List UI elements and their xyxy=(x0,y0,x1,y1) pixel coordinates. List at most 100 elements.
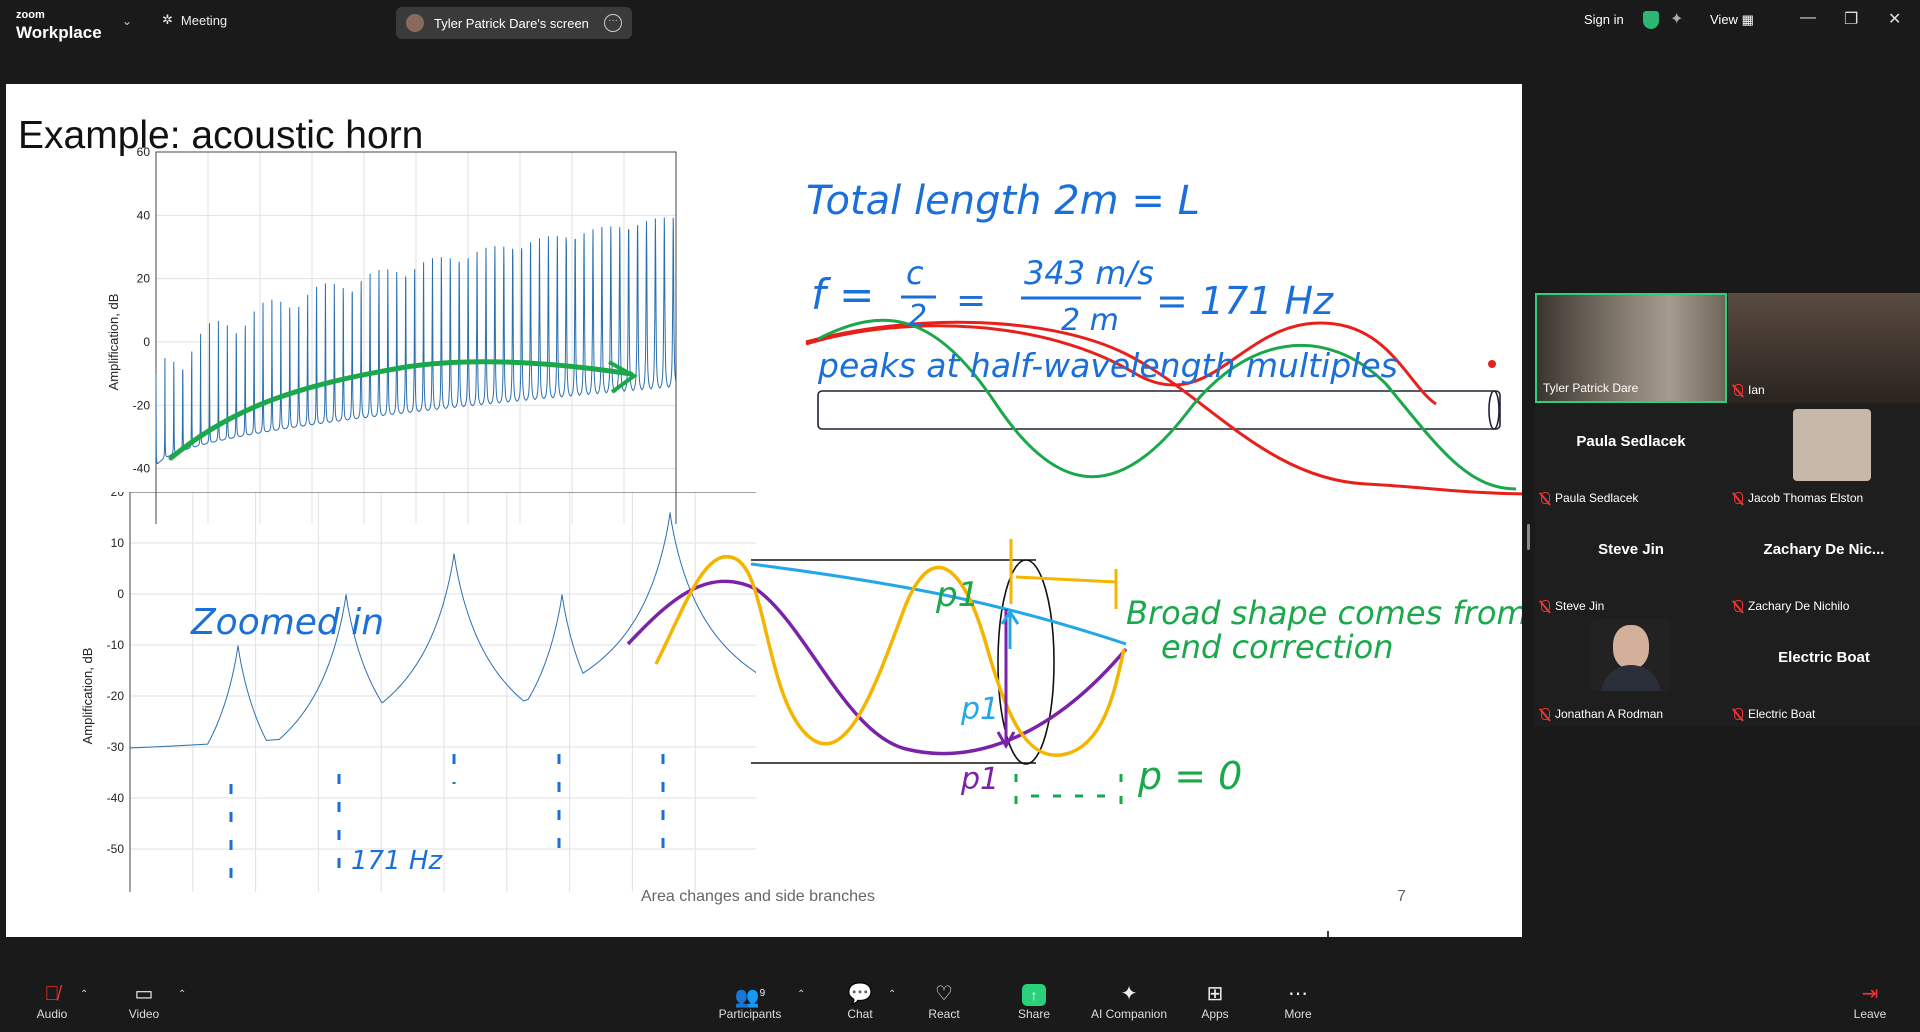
react-button[interactable]: ♡ React xyxy=(904,981,984,1021)
chevron-down-icon[interactable]: ⌄ xyxy=(122,14,132,28)
note-den: 2 m xyxy=(1061,303,1119,338)
apps-button[interactable]: ⊞ Apps xyxy=(1175,981,1255,1021)
note-eq: = xyxy=(956,280,986,321)
zoom-logo[interactable]: zoom Workplace xyxy=(16,6,102,42)
restore-icon[interactable]: ❐ xyxy=(1844,9,1858,29)
participant-name: Jacob Thomas Elston xyxy=(1748,491,1864,505)
red-wave xyxy=(805,320,1522,496)
leave-label: Leave xyxy=(1853,1007,1887,1021)
audio-button[interactable]: 🎙̸ Audio xyxy=(12,981,92,1021)
participant-name: Steve Jin xyxy=(1555,599,1605,613)
participant-display-name: Electric Boat xyxy=(1778,649,1870,666)
share-button[interactable]: ↑ Share xyxy=(994,981,1074,1021)
share-icon: ↑ xyxy=(994,981,1074,1007)
note-result: = 171 Hz xyxy=(1156,279,1334,323)
red-dot xyxy=(1488,360,1496,368)
participant-tile[interactable]: Paula Sedlacek Paula Sedlacek xyxy=(1535,403,1727,511)
yellow-marker xyxy=(1015,569,1118,609)
y-tick-label: -40 xyxy=(107,791,125,805)
participant-name: Ian xyxy=(1748,383,1765,397)
note-total-length: Total length 2m = L xyxy=(806,178,1200,224)
more-options-icon[interactable]: ··· xyxy=(604,14,622,32)
avatar xyxy=(1591,619,1671,691)
participant-label: Jacob Thomas Elston xyxy=(1734,491,1863,505)
brand-small: zoom xyxy=(16,9,45,21)
participant-label: Tyler Patrick Dare xyxy=(1543,381,1638,395)
chevron-up-icon[interactable]: ⌃ xyxy=(178,989,186,1000)
note-p1-green: p1 xyxy=(935,575,979,615)
y-tick-label: -20 xyxy=(133,398,151,412)
note-broad-1: Broad shape comes from xyxy=(1126,594,1522,632)
green-wave xyxy=(817,318,1517,491)
participant-tile[interactable]: Jonathan A Rodman xyxy=(1535,619,1727,727)
chevron-up-icon[interactable]: ⌃ xyxy=(797,989,805,1000)
zoomed-spectrum-chart: 05010015020025030035040045050020100-10-2… xyxy=(80,492,756,892)
meeting-toolbar: 🎙̸ Audio ⌃ ▭ Video ⌃ 👥9 Participants ⌃ 💬 Cha… xyxy=(0,977,1920,1032)
sparkle-icon[interactable]: ✦ xyxy=(1670,9,1683,29)
minimize-icon[interactable]: — xyxy=(1800,9,1816,27)
meeting-icon: ✲ xyxy=(162,12,173,27)
y-tick-label: 0 xyxy=(117,587,124,601)
ai-companion-button[interactable]: ✦ AI Companion xyxy=(1089,981,1169,1021)
participant-tile[interactable]: Steve Jin Steve Jin xyxy=(1535,511,1727,619)
participant-tile[interactable]: Electric Boat Electric Boat xyxy=(1728,619,1920,727)
leave-button[interactable]: ⇥ Leave xyxy=(1830,981,1910,1021)
avatar xyxy=(1793,409,1871,481)
mouse-cursor xyxy=(1327,931,1331,937)
slide-footer: Area changes and side branches xyxy=(641,888,875,905)
react-label: React xyxy=(928,1007,960,1021)
meeting-menu-button[interactable]: ✲ Meeting xyxy=(162,12,227,28)
brand-main: Workplace xyxy=(16,23,102,42)
tube-outline xyxy=(817,390,1501,430)
chevron-up-icon[interactable]: ⌃ xyxy=(888,989,896,1000)
participant-label: Ian xyxy=(1734,383,1765,397)
share-label: Share xyxy=(1017,1007,1051,1021)
chat-button[interactable]: 💬 Chat xyxy=(820,981,900,1021)
view-label: View xyxy=(1710,12,1738,27)
participant-tile[interactable]: Tyler Patrick Dare xyxy=(1535,293,1727,403)
tube-end xyxy=(1488,390,1500,430)
mic-muted-icon xyxy=(1734,384,1743,396)
close-icon[interactable]: ✕ xyxy=(1888,9,1901,29)
view-button[interactable]: View ▦ xyxy=(1710,12,1754,28)
video-button[interactable]: ▭ Video xyxy=(104,981,184,1021)
participant-label: Steve Jin xyxy=(1541,599,1604,613)
note-peaks: peaks at half-wavelength multiples xyxy=(817,346,1398,385)
participants-label: Participants xyxy=(718,1007,782,1021)
more-button[interactable]: ⋯ More xyxy=(1258,981,1338,1021)
y-tick-label: 60 xyxy=(137,145,151,159)
shield-icon[interactable] xyxy=(1643,11,1659,29)
participant-label: Zachary De Nichilo xyxy=(1734,599,1849,613)
participants-button[interactable]: 👥9 Participants xyxy=(710,981,790,1021)
purple-arrow xyxy=(996,609,1016,750)
mic-muted-icon xyxy=(1734,492,1743,504)
participant-name: Paula Sedlacek xyxy=(1555,491,1639,505)
video-label: Video xyxy=(128,1007,160,1021)
participant-tile[interactable]: Ian xyxy=(1728,293,1920,403)
note-l0: L0 xyxy=(1058,931,1096,937)
participant-gallery: Tyler Patrick Dare Ian Paula Sedlacek Pa… xyxy=(1535,293,1920,727)
y-tick-label: -30 xyxy=(107,740,125,754)
participant-label: Paula Sedlacek xyxy=(1541,491,1638,505)
spectrum-series xyxy=(130,512,756,749)
participant-name: Electric Boat xyxy=(1748,707,1816,721)
participant-display-name: Zachary De Nic... xyxy=(1763,541,1885,558)
audio-label: Audio xyxy=(36,1007,68,1021)
participant-name: Jonathan A Rodman xyxy=(1555,707,1664,721)
screen-share-indicator[interactable]: Tyler Patrick Dare's screen ··· xyxy=(396,7,632,39)
meeting-label: Meeting xyxy=(180,12,228,28)
blue-line xyxy=(750,562,1127,646)
share-label: Tyler Patrick Dare's screen xyxy=(434,15,589,31)
leave-icon: ⇥ xyxy=(1861,983,1879,1005)
sign-in-link[interactable]: Sign in xyxy=(1584,12,1624,27)
chevron-up-icon[interactable]: ⌃ xyxy=(80,989,88,1000)
note-two: 2 xyxy=(908,299,927,334)
gallery-resize-handle[interactable] xyxy=(1527,524,1530,550)
participants-icon: 👥9 xyxy=(734,986,766,1009)
participant-tile[interactable]: Zachary De Nic... Zachary De Nichilo xyxy=(1728,511,1920,619)
mic-muted-icon xyxy=(1734,600,1743,612)
spectrum-chart: 0500100015002000250030003500400045005000… xyxy=(106,145,677,524)
participant-tile[interactable]: Jacob Thomas Elston xyxy=(1728,403,1920,511)
y-axis-label: Amplification, dB xyxy=(106,294,121,391)
sparkle-icon: ✦ xyxy=(1120,983,1138,1005)
